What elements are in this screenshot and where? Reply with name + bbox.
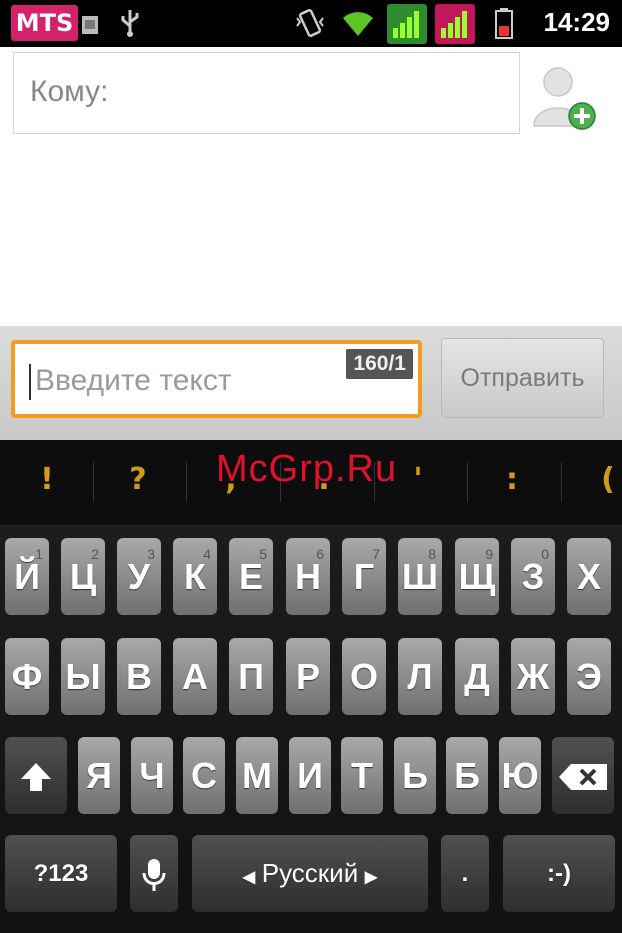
key[interactable]: Ш8 <box>398 538 442 615</box>
key[interactable]: Г7 <box>342 538 386 615</box>
key[interactable]: Щ9 <box>455 538 499 615</box>
key[interactable]: Я <box>78 737 120 814</box>
key[interactable]: В <box>117 638 161 715</box>
key[interactable]: М <box>236 737 278 814</box>
usb-icon <box>118 8 142 42</box>
shift-icon <box>21 762 51 791</box>
key[interactable]: Д <box>455 638 499 715</box>
key[interactable]: З0 <box>511 538 555 615</box>
character-counter: 160/1 <box>346 349 413 379</box>
signal-icon <box>387 4 427 48</box>
key[interactable]: Ч <box>131 737 173 814</box>
add-contact-button[interactable] <box>530 60 600 134</box>
key[interactable]: Ы <box>61 638 105 715</box>
text-caret <box>29 364 31 400</box>
microphone-icon <box>142 858 166 891</box>
key[interactable]: Ж <box>511 638 555 715</box>
send-button[interactable]: Отправить <box>441 338 604 418</box>
shift-key[interactable] <box>5 737 67 814</box>
period-key[interactable]: . <box>441 835 489 912</box>
key[interactable]: Ю <box>499 737 541 814</box>
numbers-key[interactable]: ?123 <box>5 835 117 912</box>
suggestion-item[interactable]: ( <box>588 462 622 497</box>
status-clock: 14:29 <box>543 7 611 37</box>
suggestion-item[interactable]: : <box>492 462 532 497</box>
vibrate-icon <box>294 8 326 42</box>
suggestion-item[interactable]: ? <box>118 462 158 497</box>
watermark: McGrp.Ru <box>216 448 398 490</box>
soft-keyboard: ! ? , . ' : ( McGrp.Ru Й1 Ц2 У3 К4 Е5 Н6… <box>0 440 622 933</box>
status-bar: MTS 14:29 <box>0 0 622 47</box>
suggestion-item[interactable]: ! <box>27 462 67 497</box>
compose-bar: Введите текст 160/1 Отправить <box>0 326 622 440</box>
key[interactable]: П <box>229 638 273 715</box>
suggestion-divider <box>467 462 468 502</box>
backspace-icon <box>559 763 607 790</box>
suggestion-divider <box>186 462 187 502</box>
key[interactable]: Р <box>286 638 330 715</box>
key[interactable]: И <box>289 737 331 814</box>
suggestion-divider <box>93 462 94 502</box>
suggestion-strip: ! ? , . ' : ( McGrp.Ru <box>0 440 622 526</box>
key[interactable]: Ф <box>5 638 49 715</box>
key[interactable]: К4 <box>173 538 217 615</box>
key[interactable]: Б <box>446 737 488 814</box>
key[interactable]: С <box>183 737 225 814</box>
backspace-key[interactable] <box>552 737 614 814</box>
space-language-key[interactable]: ◀ Русский ▶ <box>192 835 428 912</box>
key[interactable]: Ь <box>394 737 436 814</box>
smiley-key[interactable]: :-) <box>503 835 615 912</box>
battery-icon <box>494 8 514 44</box>
key[interactable]: Х <box>567 538 611 615</box>
key[interactable]: Э <box>567 638 611 715</box>
suggestion-item[interactable]: ' <box>398 462 438 497</box>
language-label: Русский <box>261 858 359 888</box>
key[interactable]: Ц2 <box>61 538 105 615</box>
sim-card-icon <box>80 12 100 40</box>
signal-icon <box>435 4 475 48</box>
key[interactable]: Е5 <box>229 538 273 615</box>
key[interactable]: Н6 <box>286 538 330 615</box>
wifi-icon <box>340 8 376 42</box>
suggestion-divider <box>561 462 562 502</box>
message-input[interactable]: Введите текст 160/1 <box>11 340 422 418</box>
recipient-label: Кому: <box>30 75 109 108</box>
message-placeholder: Введите текст <box>35 364 232 397</box>
key[interactable]: У3 <box>117 538 161 615</box>
key[interactable]: О <box>342 638 386 715</box>
key[interactable]: А <box>173 638 217 715</box>
key[interactable]: Й1 <box>5 538 49 615</box>
key[interactable]: Л <box>398 638 442 715</box>
recipient-field[interactable]: Кому: <box>13 52 520 134</box>
carrier-badge: MTS <box>11 5 78 41</box>
language-next-icon: ▶ <box>364 869 378 886</box>
language-prev-icon: ◀ <box>242 869 256 886</box>
add-contact-icon <box>533 67 596 130</box>
microphone-key[interactable] <box>130 835 178 912</box>
key[interactable]: Т <box>341 737 383 814</box>
